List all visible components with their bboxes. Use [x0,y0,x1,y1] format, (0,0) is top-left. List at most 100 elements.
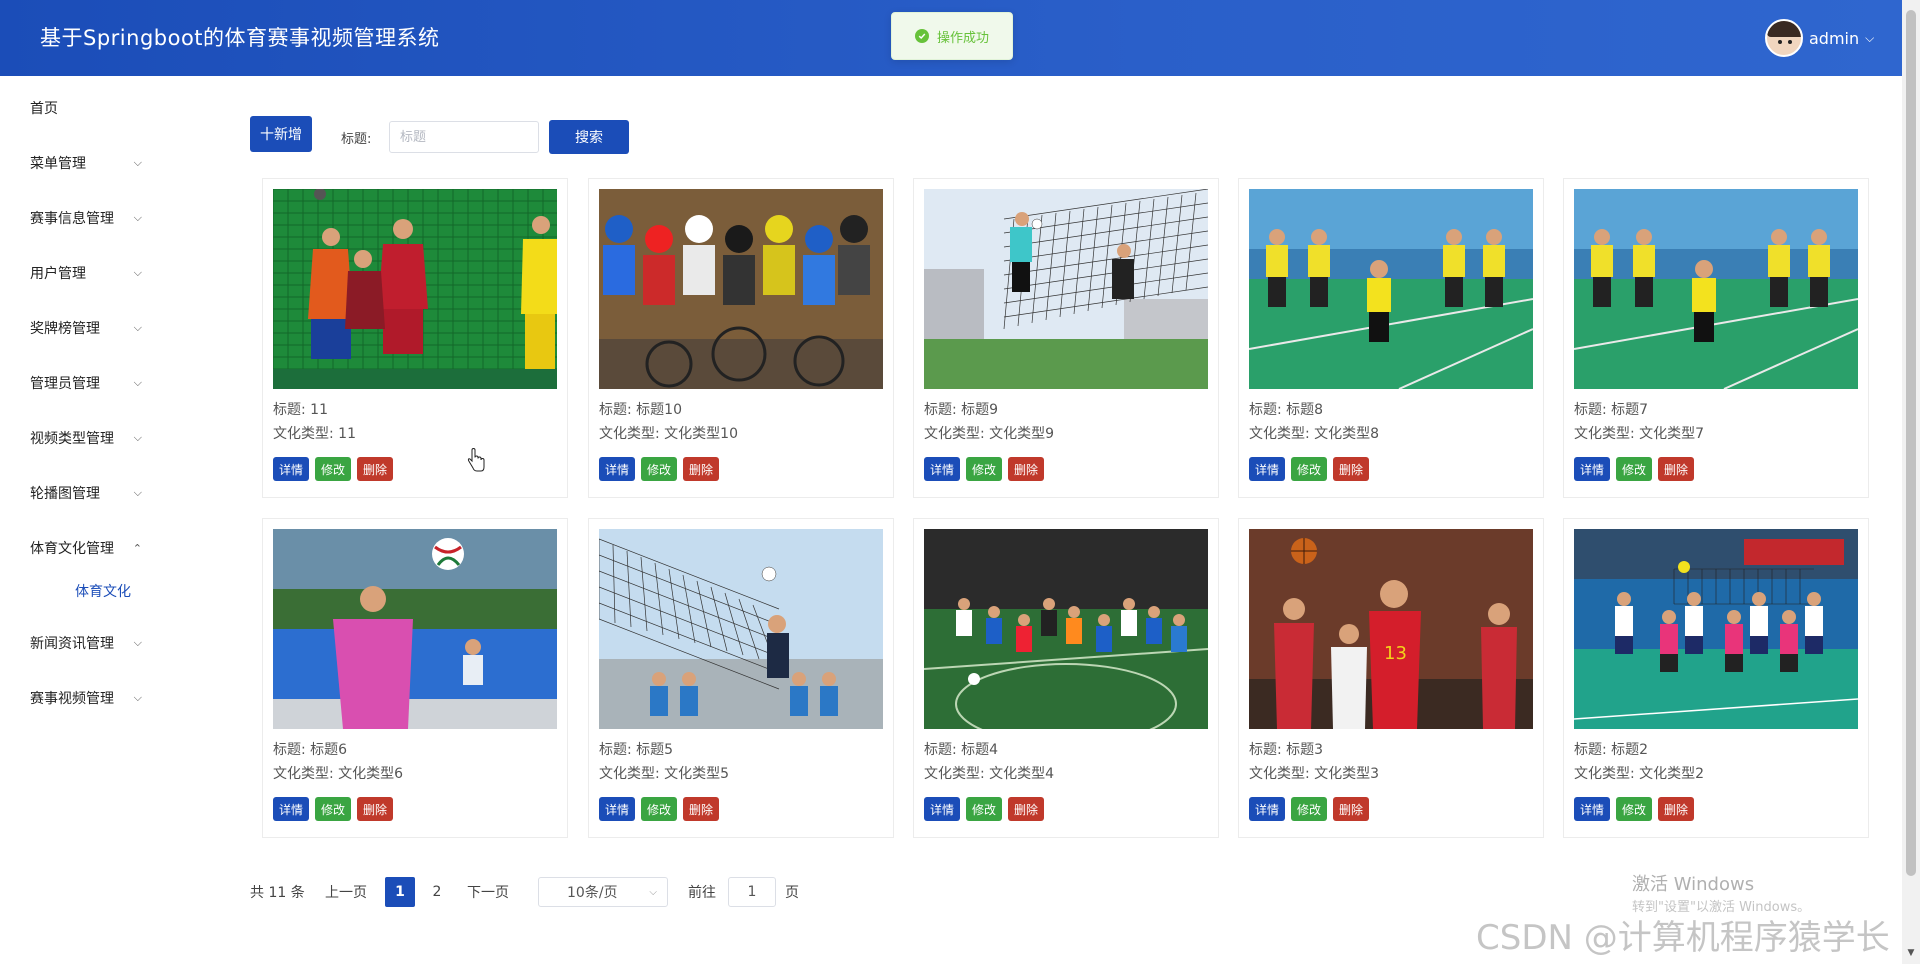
card-culture-type: 文化类型: 文化类型5 [599,766,730,782]
edit-button[interactable]: 修改 [966,797,1003,821]
detail-button[interactable]: 详情 [1574,797,1611,821]
scrollbar-thumb[interactable] [1906,10,1916,876]
sidebar-item-admins[interactable]: 管理员管理 ⌵ [0,363,200,403]
culture-card: 标题: 标题4 文化类型: 文化类型4 详情 修改 删除 [913,518,1219,838]
card-image[interactable] [599,189,883,389]
detail-button[interactable]: 详情 [273,457,310,481]
card-image[interactable] [599,529,883,729]
sidebar-item-users[interactable]: 用户管理 ⌵ [0,253,200,293]
detail-button[interactable]: 详情 [599,457,636,481]
edit-button[interactable]: 修改 [1616,797,1653,821]
culture-card: 标题: 标题5 文化类型: 文化类型5 详情 修改 删除 [588,518,894,838]
pagination-prev[interactable]: 上一页 [325,877,367,907]
card-culture-type: 文化类型: 文化类型4 [924,766,1055,782]
chevron-down-icon[interactable]: ⌵ [1865,31,1874,46]
edit-button[interactable]: 修改 [315,797,352,821]
detail-button[interactable]: 详情 [1574,457,1611,481]
chevron-down-icon: ⌵ [133,431,142,444]
culture-card: 标题: 标题6 文化类型: 文化类型6 详情 修改 删除 [262,518,568,838]
pagination-page-1[interactable]: 1 [385,877,415,907]
top-header: 基于Springboot的体育赛事视频管理系统 操作成功 admin ⌵ [0,0,1902,76]
edit-button[interactable]: 修改 [641,457,678,481]
culture-card: 标题: 标题2 文化类型: 文化类型2 详情 修改 删除 [1563,518,1869,838]
goto-label: 前往 [688,885,716,901]
sidebar-item-label: 奖牌榜管理 [30,321,100,337]
card-culture-type: 文化类型: 文化类型7 [1574,426,1705,442]
sidebar-item-video-types[interactable]: 视频类型管理 ⌵ [0,418,200,458]
toast-message: 操作成功 [936,30,989,46]
delete-button[interactable]: 删除 [683,797,720,821]
page-size-value: 10条/页 [567,885,618,901]
delete-button[interactable]: 删除 [683,457,720,481]
sidebar-subitem-sports-culture[interactable]: 体育文化 [0,573,200,609]
goto-page-input[interactable]: 1 [728,877,776,907]
detail-button[interactable]: 详情 [924,457,961,481]
svg-text:13: 13 [1384,643,1407,664]
chevron-down-icon: ⌵ [133,691,142,704]
delete-button[interactable]: 删除 [1333,457,1370,481]
card-culture-type: 文化类型: 文化类型2 [1574,766,1705,782]
sidebar-item-carousel[interactable]: 轮播图管理 ⌵ [0,473,200,513]
card-image[interactable] [1574,529,1858,729]
card-actions: 详情 修改 删除 [1574,797,1695,821]
sidebar-item-news[interactable]: 新闻资讯管理 ⌵ [0,623,200,663]
card-actions: 详情 修改 删除 [924,457,1045,481]
chevron-down-icon: ⌵ [133,156,142,169]
delete-button[interactable]: 删除 [1658,797,1695,821]
sidebar-item-medal-board[interactable]: 奖牌榜管理 ⌵ [0,308,200,348]
pagination-page-2[interactable]: 2 [422,877,452,907]
delete-button[interactable]: 删除 [1008,457,1045,481]
card-image[interactable] [924,189,1208,389]
delete-button[interactable]: 删除 [1008,797,1045,821]
pagination-next[interactable]: 下一页 [467,877,509,907]
user-menu[interactable]: admin ⌵ [1765,18,1874,58]
card-actions: 详情 修改 删除 [273,797,394,821]
sidebar-item-event-videos[interactable]: 赛事视频管理 ⌵ [0,678,200,718]
title-filter-label: 标题: [341,132,372,147]
sidebar-item-label: 视频类型管理 [30,431,114,447]
edit-button[interactable]: 修改 [966,457,1003,481]
card-image[interactable] [273,529,557,729]
app-title: 基于Springboot的体育赛事视频管理系统 [40,26,440,50]
scroll-down-arrow-icon[interactable]: ▼ [1905,948,1917,958]
card-culture-type: 文化类型: 文化类型8 [1249,426,1380,442]
edit-button[interactable]: 修改 [1291,457,1328,481]
detail-button[interactable]: 详情 [1249,457,1286,481]
detail-button[interactable]: 详情 [1249,797,1286,821]
sidebar-item-sports-culture[interactable]: 体育文化管理 ⌃ [0,528,200,568]
edit-button[interactable]: 修改 [315,457,352,481]
chevron-down-icon: ⌵ [133,321,142,334]
sidebar-item-menu-management[interactable]: 菜单管理 ⌵ [0,143,200,183]
edit-button[interactable]: 修改 [1291,797,1328,821]
culture-card: 标题: 标题10 文化类型: 文化类型10 详情 修改 删除 [588,178,894,498]
edit-button[interactable]: 修改 [641,797,678,821]
chevron-down-icon: ⌵ [133,486,142,499]
card-image[interactable] [924,529,1208,729]
card-image[interactable] [1249,189,1533,389]
detail-button[interactable]: 详情 [273,797,310,821]
delete-button[interactable]: 删除 [1658,457,1695,481]
detail-button[interactable]: 详情 [599,797,636,821]
sidebar-item-event-info[interactable]: 赛事信息管理 ⌵ [0,198,200,238]
edit-button[interactable]: 修改 [1616,457,1653,481]
card-actions: 详情 修改 删除 [1249,797,1370,821]
card-title: 标题: 标题9 [924,402,999,418]
detail-button[interactable]: 详情 [924,797,961,821]
page-size-select[interactable]: 10条/页 ⌵ [538,877,668,907]
title-search-input[interactable] [389,121,539,153]
card-image[interactable] [273,189,557,389]
add-button[interactable]: 十新增 [250,116,312,152]
delete-button[interactable]: 删除 [357,797,394,821]
card-culture-type: 文化类型: 文化类型6 [273,766,404,782]
delete-button[interactable]: 删除 [357,457,394,481]
chevron-down-icon: ⌵ [133,636,142,649]
sidebar-item-home[interactable]: 首页 [0,88,200,128]
culture-card: 13 标题: 标题3 文化类型: 文化类型3 详情 修改 删除 [1238,518,1544,838]
windows-activation-watermark: 激活 Windows [1632,874,1755,895]
username[interactable]: admin [1809,29,1859,48]
delete-button[interactable]: 删除 [1333,797,1370,821]
search-button[interactable]: 搜索 [549,120,629,154]
avatar[interactable] [1765,19,1803,57]
card-image[interactable] [1574,189,1858,389]
card-image[interactable]: 13 [1249,529,1533,729]
